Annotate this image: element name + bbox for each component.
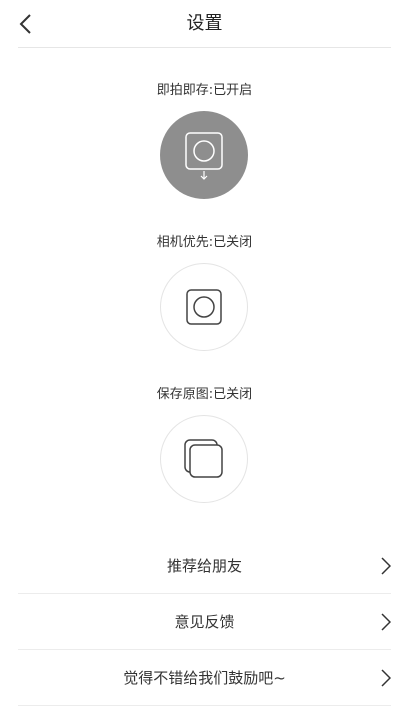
camera-priority-label: 相机优先:已关闭	[156, 235, 253, 250]
header-bar: 设置	[0, 0, 409, 48]
menu-item-feedback[interactable]: 意见反馈	[18, 594, 391, 650]
chevron-right-icon	[381, 669, 391, 687]
header-divider	[18, 47, 391, 48]
original-image-icon	[184, 439, 223, 478]
page-title: 设置	[186, 13, 223, 34]
chevron-right-icon	[381, 613, 391, 631]
menu-item-recommend[interactable]: 推荐给朋友	[18, 538, 391, 594]
chevron-right-icon	[381, 557, 391, 575]
menu-item-rate-us[interactable]: 觉得不错给我们鼓励吧~	[18, 650, 391, 706]
menu-item-label: 觉得不错给我们鼓励吧~	[123, 669, 286, 687]
instant-save-label: 即拍即存:已开启	[156, 83, 253, 98]
camera-save-icon	[185, 132, 223, 180]
menu-item-label: 意见反馈	[174, 613, 235, 631]
instant-save-toggle[interactable]	[160, 111, 248, 199]
save-original-label: 保存原图:已关闭	[156, 387, 253, 402]
camera-priority-toggle[interactable]	[160, 263, 248, 351]
save-original-toggle[interactable]	[160, 415, 248, 503]
menu-item-label: 推荐给朋友	[166, 557, 242, 575]
row-divider	[18, 705, 391, 706]
camera-icon	[186, 289, 222, 325]
